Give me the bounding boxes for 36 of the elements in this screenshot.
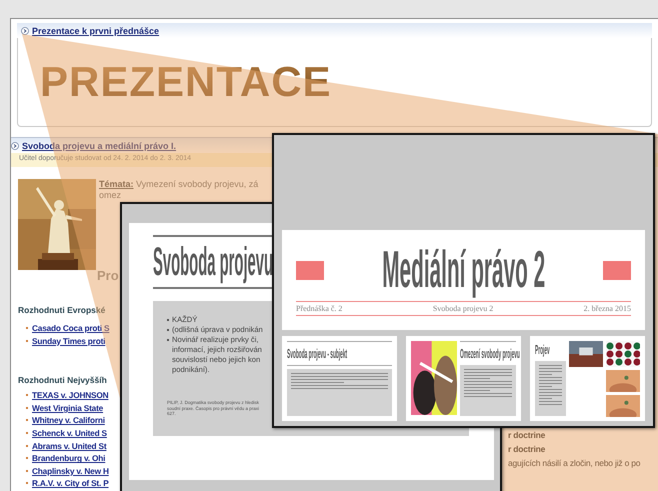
- body-text: agujících násilí a zločin, nebo již o po: [508, 457, 640, 470]
- case-link[interactable]: West Virginia State: [32, 402, 104, 413]
- slide-title: Mediální právo 2: [382, 240, 545, 301]
- slide-subtitle: Přednáška č. 2: [296, 304, 342, 313]
- case-link[interactable]: Brandenburg v. Ohi: [32, 453, 106, 464]
- expand-icon[interactable]: [11, 142, 19, 150]
- accent-mark: [296, 260, 324, 280]
- body-text: r doctrine: [508, 429, 546, 442]
- slide-thumbnail-title: Svoboda projevu - subjekt: [287, 345, 348, 362]
- slide-title: Svoboda projevu: [153, 239, 274, 286]
- case-link[interactable]: Sunday Times proti: [32, 336, 106, 346]
- blurred-text-drawing: [464, 369, 512, 397]
- group-title: Rozhodnuti Nejvyššíh: [18, 375, 108, 385]
- case-link[interactable]: Casado Coca proti S: [32, 322, 110, 332]
- slide-subtitle: 2. března 2015: [584, 304, 631, 313]
- accent-mark: [603, 260, 631, 280]
- blurred-text-drawing: [539, 365, 562, 405]
- slide-thumbnail[interactable]: Svoboda projevu - subjekt: [282, 336, 397, 421]
- case-link[interactable]: Abrams v. United St: [32, 440, 106, 451]
- case-link[interactable]: Chaplinsky v. New H: [32, 466, 109, 476]
- section-title-link[interactable]: Prezentace k prvni přednášce: [32, 26, 160, 36]
- slide-subtitle: Svoboda projevu 2: [432, 304, 494, 313]
- group-title: Rozhodnuti Evropské: [18, 305, 106, 315]
- case-link[interactable]: Whitney v. Californi: [32, 415, 105, 426]
- topics-text: omez: [99, 190, 122, 201]
- slide-thumbnail-title: Projev: [535, 341, 550, 358]
- expand-icon[interactable]: [21, 26, 29, 34]
- topics-text: Témata: Vymezení svobody projevu, zá: [99, 179, 258, 190]
- case-link[interactable]: R.A.V. v. City of St. P: [32, 478, 109, 488]
- case-link[interactable]: TEXAS v. JOHNSON: [32, 390, 108, 400]
- slide-thumbnail[interactable]: Omezení svobody projevu: [406, 336, 521, 421]
- content-heading: Pro: [97, 268, 119, 283]
- body-text: r doctrine: [508, 443, 546, 456]
- slide-thumbnail-title: Omezení svobody projevu: [460, 345, 520, 362]
- case-link[interactable]: Schenck v. United S: [32, 428, 107, 438]
- slide-thumbnail[interactable]: Projev: [530, 336, 645, 421]
